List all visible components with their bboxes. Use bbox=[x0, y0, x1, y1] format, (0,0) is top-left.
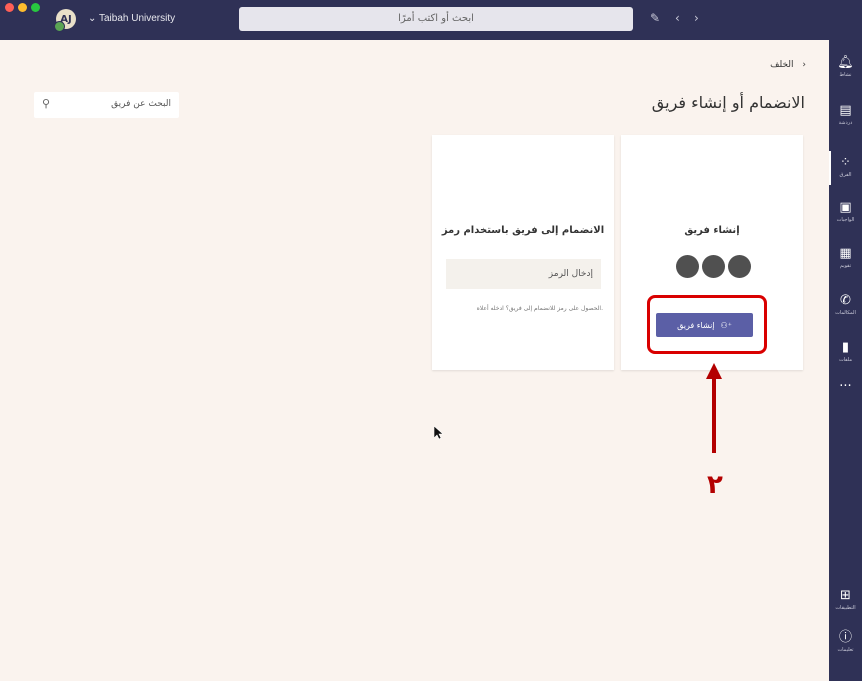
calendar-icon: ▦ bbox=[839, 246, 852, 261]
rail-item-teams[interactable]: ⁘ الفرق bbox=[829, 155, 862, 178]
bell-icon: 🔔︎ bbox=[837, 55, 854, 70]
rail-more-button[interactable]: ··· bbox=[829, 379, 862, 394]
rail-item-calls[interactable]: ✆ المكالمات bbox=[829, 293, 862, 316]
minimize-window-button[interactable] bbox=[18, 3, 27, 12]
compose-icon[interactable]: ✎ bbox=[650, 11, 660, 25]
back-nav-icon[interactable]: ‹ bbox=[675, 11, 680, 25]
help-icon: ⓘ bbox=[838, 630, 852, 645]
rail-item-activity[interactable]: 🔔︎ نشاط bbox=[829, 55, 862, 78]
search-icon: ⚲ bbox=[42, 97, 51, 110]
highlight-box bbox=[647, 295, 767, 354]
rail-item-chat[interactable]: ▤ دردشة bbox=[829, 103, 862, 126]
status-badge bbox=[54, 21, 65, 32]
apps-icon: ⊞ bbox=[840, 588, 851, 603]
back-label: الخلف bbox=[770, 60, 794, 70]
org-switcher[interactable]: ⌄ Taibah University bbox=[88, 13, 175, 24]
forward-nav-icon[interactable]: › bbox=[694, 11, 699, 25]
team-dots-icon bbox=[676, 255, 751, 278]
search-input[interactable]: ابحث أو اكتب أمرًا bbox=[239, 7, 633, 31]
teams-icon: ⁘ bbox=[840, 155, 851, 170]
rail-item-files[interactable]: ▮ ملفات bbox=[829, 340, 862, 363]
chevron-right-icon: › bbox=[802, 60, 806, 70]
code-input[interactable]: إدخال الرمز bbox=[446, 259, 601, 289]
join-card-title: الانضمام إلى فريق باستخدام رمز bbox=[441, 225, 605, 236]
rail-item-calendar[interactable]: ▦ تقويم bbox=[829, 246, 862, 269]
annotation-arrow-icon bbox=[706, 363, 722, 453]
title-bar: AJ ⌄ Taibah University ابحث أو اكتب أمرً… bbox=[0, 0, 862, 40]
rail-item-assignments[interactable]: ▣ الواجبات bbox=[829, 200, 862, 223]
back-link[interactable]: الخلف › bbox=[770, 60, 806, 70]
create-card-title: إنشاء فريق bbox=[684, 225, 740, 236]
file-icon: ▮ bbox=[841, 340, 850, 355]
phone-icon: ✆ bbox=[840, 293, 851, 308]
join-with-code-card: الانضمام إلى فريق باستخدام رمز إدخال الر… bbox=[432, 135, 614, 370]
annotation-label: ٢ bbox=[707, 470, 723, 500]
team-search-placeholder: البحث عن فريق bbox=[111, 99, 171, 109]
rail-item-apps[interactable]: ⊞ التطبيقات bbox=[829, 588, 862, 611]
team-search-input[interactable]: ⚲ البحث عن فريق bbox=[34, 92, 179, 118]
chat-icon: ▤ bbox=[839, 103, 852, 118]
close-window-button[interactable] bbox=[5, 3, 14, 12]
more-icon: ··· bbox=[839, 379, 852, 394]
page-title: الانضمام أو إنشاء فريق bbox=[651, 93, 805, 112]
code-help-text: الحصول على رمز للانضمام إلى فريق؟ ادخله … bbox=[476, 305, 603, 312]
maximize-window-button[interactable] bbox=[31, 3, 40, 12]
rail-item-help[interactable]: ⓘ تعليمات bbox=[829, 630, 862, 653]
assignments-icon: ▣ bbox=[839, 200, 852, 215]
cursor-icon bbox=[434, 426, 444, 440]
main-content: الخلف › الانضمام أو إنشاء فريق ⚲ البحث ع… bbox=[0, 40, 829, 681]
